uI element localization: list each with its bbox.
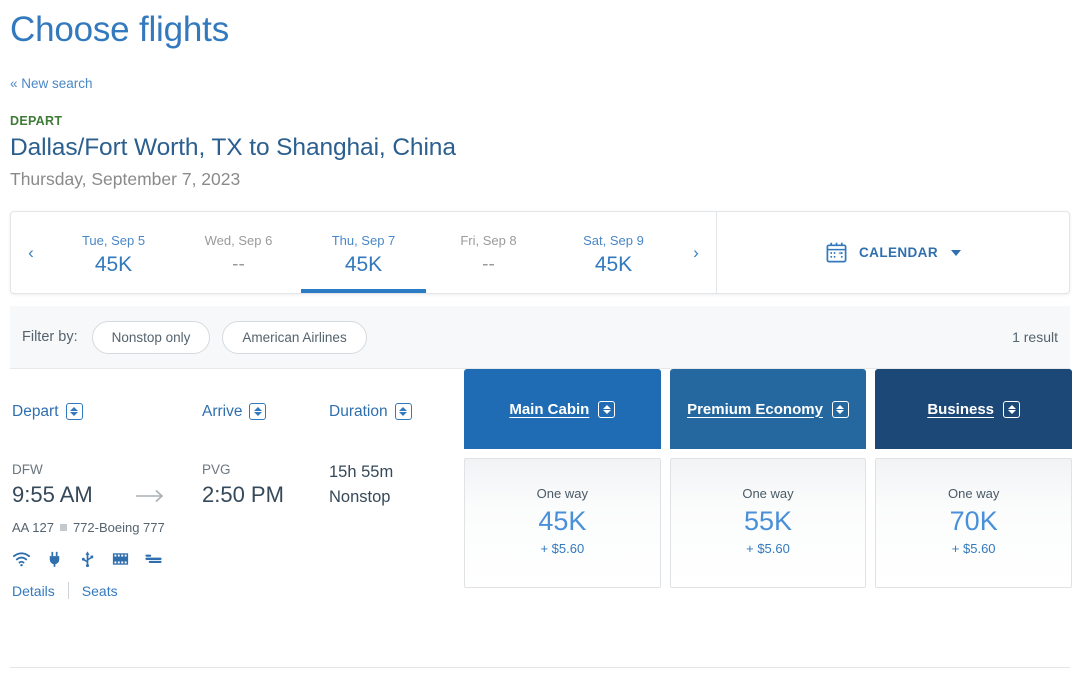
entertainment-icon: [112, 553, 129, 565]
sort-updown-icon: [831, 400, 849, 418]
flight-result-row: DFW 9:55 AM PVG 2:50 PM 15h 55m Nonstop …: [10, 454, 1073, 609]
filter-chip-american-airlines[interactable]: American Airlines: [222, 320, 367, 354]
route-date: Thursday, September 7, 2023: [10, 169, 241, 189]
choose-flights-page: Choose flights « New search DEPART Dalla…: [0, 0, 1080, 676]
result-count: 1 result: [1012, 329, 1058, 345]
sort-duration-label: Duration: [329, 402, 388, 420]
cabin-tab-label: Premium Economy: [687, 400, 823, 418]
price-tax: + $5.60: [540, 541, 585, 556]
bottom-divider: [10, 667, 1070, 668]
link-separator: [67, 582, 69, 599]
price-type-label: One way: [948, 486, 1000, 501]
seats-link[interactable]: Seats: [82, 583, 118, 599]
origin-code: DFW: [12, 462, 43, 477]
sort-arrive-button[interactable]: Arrive: [202, 402, 267, 422]
date-tab-day: Sat, Sep 9: [583, 233, 644, 248]
cabin-tab-main-cabin[interactable]: Main Cabin: [464, 369, 661, 449]
price-type-label: One way: [536, 486, 588, 501]
flight-destination: PVG 2:50 PM: [202, 460, 284, 511]
sort-updown-icon: [394, 403, 412, 420]
date-tab-price: 45K: [344, 253, 383, 276]
results-header-row: Depart Arrive Duration Main Cabin Premiu…: [10, 369, 1073, 454]
price-card-business[interactable]: One way 70K + $5.60: [875, 458, 1073, 588]
date-tab-day: Thu, Sep 7: [331, 233, 396, 248]
date-selector-strip: ‹ Tue, Sep 5 45K Wed, Sep 6 -- Thu, Sep …: [10, 211, 1070, 294]
date-tab-day: Wed, Sep 6: [204, 233, 273, 248]
price-type-label: One way: [742, 486, 794, 501]
cabin-tabs: Main Cabin Premium Economy Business: [464, 369, 1073, 449]
new-search-link[interactable]: « New search: [10, 76, 93, 91]
next-dates-button[interactable]: ›: [676, 212, 716, 293]
date-tab-wed-sep-6[interactable]: Wed, Sep 6 --: [176, 212, 301, 293]
price-tax: + $5.60: [746, 541, 790, 556]
meta-separator-icon: [59, 524, 67, 531]
wifi-icon: [12, 552, 31, 567]
calendar-button[interactable]: * CALENDAR: [717, 212, 1069, 293]
cabin-tab-label: Main Cabin: [509, 400, 590, 418]
chevron-down-icon: [950, 249, 961, 256]
sort-updown-icon: [249, 403, 267, 420]
cabin-tab-business[interactable]: Business: [875, 369, 1073, 449]
details-link[interactable]: Details: [12, 583, 55, 599]
filter-chip-nonstop-only[interactable]: Nonstop only: [91, 320, 211, 354]
calendar-label: CALENDAR: [859, 245, 938, 260]
sort-updown-icon: [65, 403, 83, 420]
flight-number: AA 127: [12, 520, 54, 535]
sort-arrive-label: Arrive: [202, 402, 243, 420]
row-links: Details Seats: [12, 582, 118, 599]
usb-icon: [81, 551, 94, 568]
flight-meta: AA 127 772-Boeing 777: [12, 520, 165, 535]
date-tab-sat-sep-9[interactable]: Sat, Sep 9 45K: [551, 212, 676, 293]
date-tab-thu-sep-7[interactable]: Thu, Sep 7 45K: [301, 212, 426, 293]
price-card-premium-economy[interactable]: One way 55K + $5.60: [669, 458, 867, 588]
date-tab-price: 45K: [94, 253, 133, 276]
arrow-right-icon: [136, 489, 164, 503]
date-tab-day: Fri, Sep 8: [460, 233, 517, 248]
prev-dates-button[interactable]: ‹: [11, 212, 51, 293]
page-title: Choose flights: [10, 10, 229, 49]
sort-duration-button[interactable]: Duration: [329, 402, 412, 422]
sort-depart-button[interactable]: Depart: [12, 402, 83, 422]
price-tax: + $5.60: [951, 541, 996, 556]
sort-updown-icon: [598, 400, 616, 418]
date-tab-price: --: [482, 254, 495, 275]
price-cards: One way 45K + $5.60 One way 55K + $5.60 …: [464, 458, 1073, 588]
date-tab-price: --: [232, 254, 245, 275]
cabin-tab-label: Business: [927, 400, 995, 418]
filter-bar: Filter by: Nonstop only American Airline…: [10, 306, 1070, 369]
price-miles: 70K: [949, 506, 998, 536]
price-card-main-cabin[interactable]: One way 45K + $5.60: [464, 458, 661, 588]
origin-time: 9:55 AM: [12, 482, 93, 507]
flight-duration: 15h 55m: [329, 463, 394, 481]
date-tab-tue-sep-5[interactable]: Tue, Sep 5 45K: [51, 212, 176, 293]
date-tabs: Tue, Sep 5 45K Wed, Sep 6 -- Thu, Sep 7 …: [51, 212, 676, 293]
flight-origin: DFW 9:55 AM: [12, 460, 93, 511]
dest-time: 2:50 PM: [202, 482, 284, 507]
sort-updown-icon: [1003, 400, 1021, 418]
date-tab-day: Tue, Sep 5: [81, 233, 146, 248]
date-tab-fri-sep-8[interactable]: Fri, Sep 8 --: [426, 212, 551, 293]
dest-code: PVG: [202, 462, 231, 477]
lie-flat-seat-icon: [145, 554, 162, 563]
power-plug-icon: [49, 551, 60, 567]
price-miles: 45K: [538, 506, 587, 536]
amenities-list: [12, 550, 163, 568]
date-tab-price: 45K: [594, 253, 633, 276]
flight-stops: Nonstop: [329, 488, 391, 506]
filter-by-label: Filter by:: [22, 329, 78, 345]
depart-label: DEPART: [10, 114, 63, 128]
sort-depart-label: Depart: [12, 402, 59, 420]
calendar-icon: *: [826, 242, 847, 263]
price-miles: 55K: [743, 506, 793, 536]
route-title: Dallas/Fort Worth, TX to Shanghai, China: [10, 134, 456, 161]
cabin-tab-premium-economy[interactable]: Premium Economy: [669, 369, 867, 449]
aircraft-type: 772-Boeing 777: [72, 520, 165, 535]
flight-duration-block: 15h 55m Nonstop: [329, 460, 393, 510]
